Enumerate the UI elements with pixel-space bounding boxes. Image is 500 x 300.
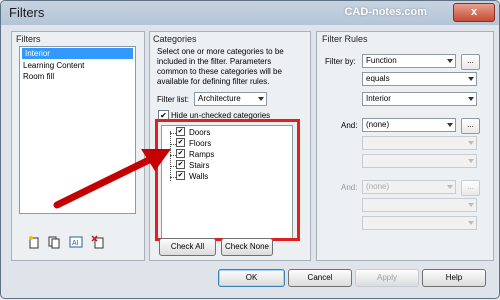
and-label-1: And: (341, 121, 358, 130)
and-operator-dropdown-1[interactable] (362, 136, 477, 150)
ok-button[interactable]: OK (218, 269, 285, 287)
apply-button[interactable]: Apply (355, 269, 419, 287)
filters-dialog: Filters CAD-notes.com x Filters Interior… (0, 0, 500, 299)
and-value-dropdown-2[interactable] (362, 216, 477, 230)
value-dropdown[interactable]: Interior (362, 92, 477, 106)
filter-by-value: Function (366, 56, 397, 65)
chevron-down-icon (447, 59, 453, 63)
value-value: Interior (366, 94, 391, 103)
chevron-down-icon (468, 97, 474, 101)
chevron-down-icon (447, 123, 453, 127)
chevron-down-icon (468, 203, 474, 207)
operator-value: equals (366, 74, 390, 83)
and-operator-dropdown-2[interactable] (362, 198, 477, 212)
chevron-down-icon (468, 221, 474, 225)
and-more-button-1[interactable]: ... (461, 118, 480, 134)
filter-by-more-button[interactable]: ... (461, 54, 480, 70)
and-value-2: (none) (366, 182, 390, 191)
help-button[interactable]: Help (422, 269, 486, 287)
check-all-button[interactable]: Check All (159, 238, 216, 256)
operator-dropdown[interactable]: equals (362, 72, 477, 86)
and-dropdown-2[interactable]: (none) (362, 180, 456, 194)
filter-rules-label: Filter Rules (322, 34, 368, 44)
chevron-down-icon (468, 77, 474, 81)
cancel-button[interactable]: Cancel (288, 269, 352, 287)
check-none-button[interactable]: Check None (221, 238, 273, 256)
chevron-down-icon (468, 141, 474, 145)
and-value-1: (none) (366, 120, 390, 129)
and-dropdown-1[interactable]: (none) (362, 118, 456, 132)
chevron-down-icon (447, 185, 453, 189)
and-label-2: And: (341, 183, 358, 192)
chevron-down-icon (468, 159, 474, 163)
filter-by-dropdown[interactable]: Function (362, 54, 456, 68)
and-value-dropdown-1[interactable] (362, 154, 477, 168)
and-more-button-2[interactable]: ... (461, 180, 480, 196)
filter-by-label: Filter by: (325, 57, 356, 66)
